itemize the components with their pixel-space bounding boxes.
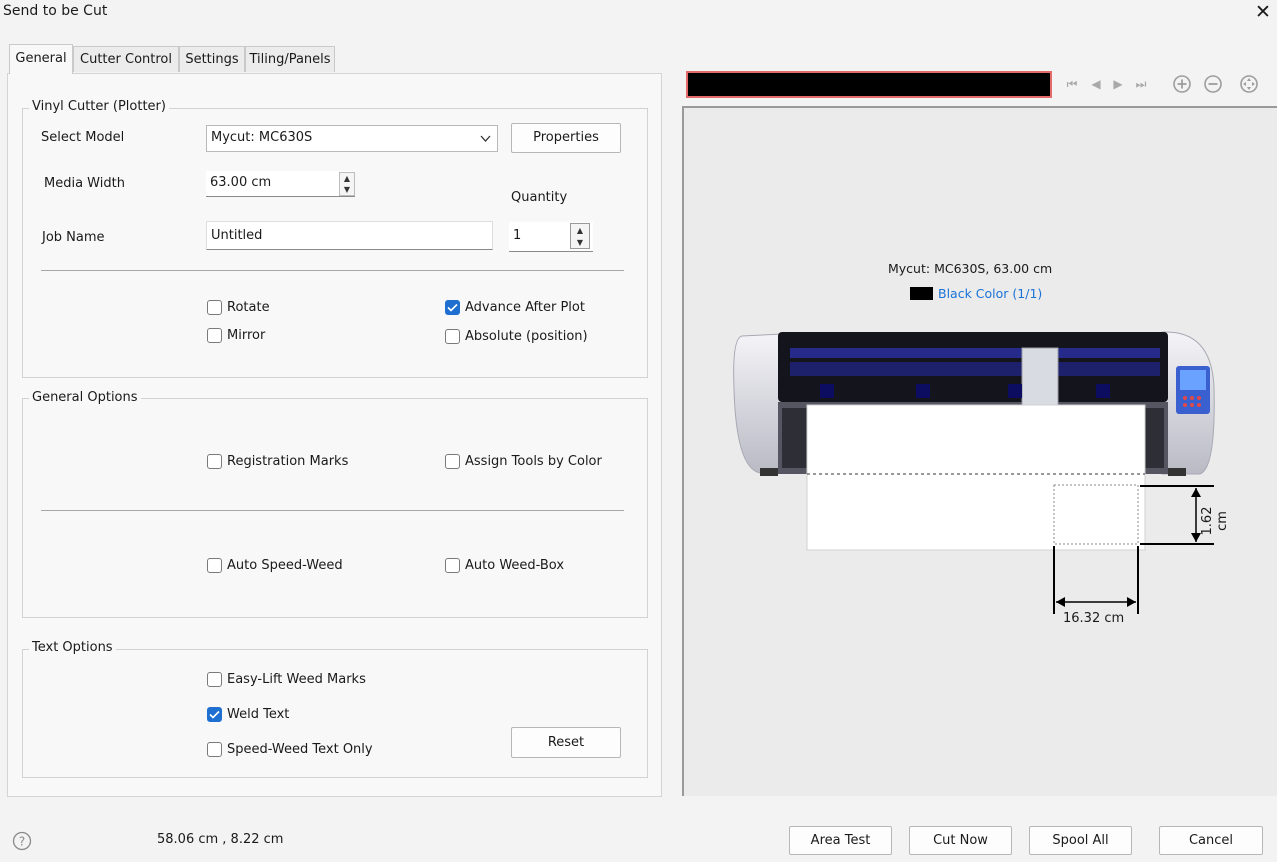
divider bbox=[41, 510, 624, 511]
checkbox-box[interactable] bbox=[207, 672, 222, 687]
window-title: Send to be Cut bbox=[3, 3, 108, 19]
checkmark-icon bbox=[447, 303, 458, 312]
last-page-icon[interactable]: ⏭ bbox=[1133, 76, 1149, 92]
title-bar bbox=[0, 0, 1277, 26]
media-width-field[interactable]: 63.00 cm bbox=[206, 171, 355, 197]
auto-weed-box-label: Auto Weed-Box bbox=[465, 558, 565, 573]
speed-weed-text-only-label: Speed-Weed Text Only bbox=[227, 742, 373, 757]
media-width-label: Media Width bbox=[44, 176, 125, 191]
checkbox-box[interactable] bbox=[445, 329, 460, 344]
cancel-button[interactable]: Cancel bbox=[1159, 826, 1263, 855]
checkbox-box[interactable] bbox=[207, 742, 222, 757]
assign-tools-label: Assign Tools by Color bbox=[465, 454, 602, 469]
stepper-down-icon[interactable]: ▼ bbox=[340, 184, 354, 195]
zoom-in-icon[interactable] bbox=[1172, 74, 1192, 94]
preview-name-bar bbox=[686, 71, 1052, 98]
select-model-label: Select Model bbox=[41, 130, 125, 145]
registration-marks-checkbox[interactable]: Registration Marks bbox=[207, 454, 348, 469]
svg-text:?: ? bbox=[19, 835, 25, 849]
text-options-title: Text Options bbox=[29, 640, 116, 655]
zoom-out-icon[interactable] bbox=[1203, 74, 1223, 94]
job-name-value: Untitled bbox=[211, 228, 263, 243]
absolute-position-label: Absolute (position) bbox=[465, 329, 588, 344]
vinyl-cutter-group-title: Vinyl Cutter (Plotter) bbox=[29, 99, 169, 114]
mirror-label: Mirror bbox=[227, 328, 266, 343]
stepper-up-icon[interactable]: ▲ bbox=[340, 173, 354, 184]
auto-weed-box-checkbox[interactable]: Auto Weed-Box bbox=[445, 558, 564, 573]
checkmark-icon bbox=[209, 710, 220, 719]
checkbox-box[interactable] bbox=[445, 300, 460, 315]
mirror-checkbox[interactable]: Mirror bbox=[207, 328, 265, 343]
dropdown-chevron-icon bbox=[480, 135, 491, 142]
quantity-stepper[interactable]: ▲ ▼ bbox=[570, 223, 590, 249]
color-layer-link[interactable]: Black Color (1/1) bbox=[938, 286, 1042, 301]
width-dimension-label: 16.32 cm bbox=[1063, 611, 1125, 626]
model-select[interactable]: Mycut: MC630S bbox=[206, 125, 498, 152]
area-test-button[interactable]: Area Test bbox=[789, 826, 892, 855]
registration-marks-label: Registration Marks bbox=[227, 454, 349, 469]
device-caption: Mycut: MC630S, 63.00 cm bbox=[888, 261, 1053, 276]
checkbox-box[interactable] bbox=[207, 707, 222, 722]
absolute-position-checkbox[interactable]: Absolute (position) bbox=[445, 329, 588, 344]
stepper-down-icon[interactable]: ▼ bbox=[571, 236, 589, 248]
tab-general[interactable]: General bbox=[9, 44, 73, 74]
cut-now-button[interactable]: Cut Now bbox=[909, 826, 1012, 855]
stepper-up-icon[interactable]: ▲ bbox=[571, 224, 589, 236]
assign-tools-checkbox[interactable]: Assign Tools by Color bbox=[445, 454, 602, 469]
rotate-label: Rotate bbox=[227, 300, 270, 315]
weld-text-label: Weld Text bbox=[227, 707, 290, 722]
tab-settings[interactable]: Settings bbox=[179, 46, 245, 72]
media-sheet-preview bbox=[806, 404, 1214, 614]
color-swatch bbox=[910, 287, 933, 300]
cursor-coordinates: 58.06 cm , 8.22 cm bbox=[157, 832, 284, 847]
media-width-stepper[interactable]: ▲ ▼ bbox=[339, 172, 355, 196]
prev-page-icon[interactable]: ◀ bbox=[1088, 76, 1104, 92]
quantity-value: 1 bbox=[513, 228, 522, 243]
divider bbox=[41, 270, 624, 271]
height-dimension-label: 1.62 cm bbox=[1200, 506, 1230, 536]
spool-all-button[interactable]: Spool All bbox=[1029, 826, 1132, 855]
advance-after-plot-label: Advance After Plot bbox=[465, 300, 585, 315]
close-icon[interactable]: ✕ bbox=[1254, 1, 1272, 23]
tab-cutter-control[interactable]: Cutter Control bbox=[73, 46, 179, 72]
first-page-icon[interactable]: ⏮ bbox=[1064, 76, 1080, 92]
rotate-checkbox[interactable]: Rotate bbox=[207, 300, 270, 315]
quantity-label: Quantity bbox=[511, 190, 568, 205]
job-name-label: Job Name bbox=[42, 230, 105, 245]
easy-lift-weed-marks-label: Easy-Lift Weed Marks bbox=[227, 672, 366, 687]
general-options-title: General Options bbox=[29, 390, 141, 405]
checkbox-box[interactable] bbox=[445, 454, 460, 469]
easy-lift-weed-marks-checkbox[interactable]: Easy-Lift Weed Marks bbox=[207, 672, 366, 687]
model-select-value: Mycut: MC630S bbox=[211, 130, 313, 145]
general-options-group bbox=[22, 398, 648, 618]
properties-button[interactable]: Properties bbox=[511, 123, 621, 153]
next-page-icon[interactable]: ▶ bbox=[1110, 76, 1126, 92]
help-icon[interactable]: ? bbox=[12, 831, 32, 851]
checkbox-box[interactable] bbox=[445, 558, 460, 573]
speed-weed-text-only-checkbox[interactable]: Speed-Weed Text Only bbox=[207, 742, 373, 757]
text-options-group bbox=[22, 649, 648, 778]
media-width-value: 63.00 cm bbox=[210, 175, 272, 190]
tab-tiling-panels[interactable]: Tiling/Panels bbox=[245, 46, 335, 72]
weld-text-checkbox[interactable]: Weld Text bbox=[207, 707, 289, 722]
advance-after-plot-checkbox[interactable]: Advance After Plot bbox=[445, 300, 585, 315]
auto-speed-weed-checkbox[interactable]: Auto Speed-Weed bbox=[207, 558, 343, 573]
checkbox-box[interactable] bbox=[207, 300, 222, 315]
checkbox-box[interactable] bbox=[207, 454, 222, 469]
checkbox-box[interactable] bbox=[207, 328, 222, 343]
reset-button[interactable]: Reset bbox=[511, 727, 621, 758]
auto-speed-weed-label: Auto Speed-Weed bbox=[227, 558, 343, 573]
checkbox-box[interactable] bbox=[207, 558, 222, 573]
job-name-field[interactable]: Untitled bbox=[206, 221, 493, 250]
fit-view-icon[interactable] bbox=[1239, 74, 1259, 94]
